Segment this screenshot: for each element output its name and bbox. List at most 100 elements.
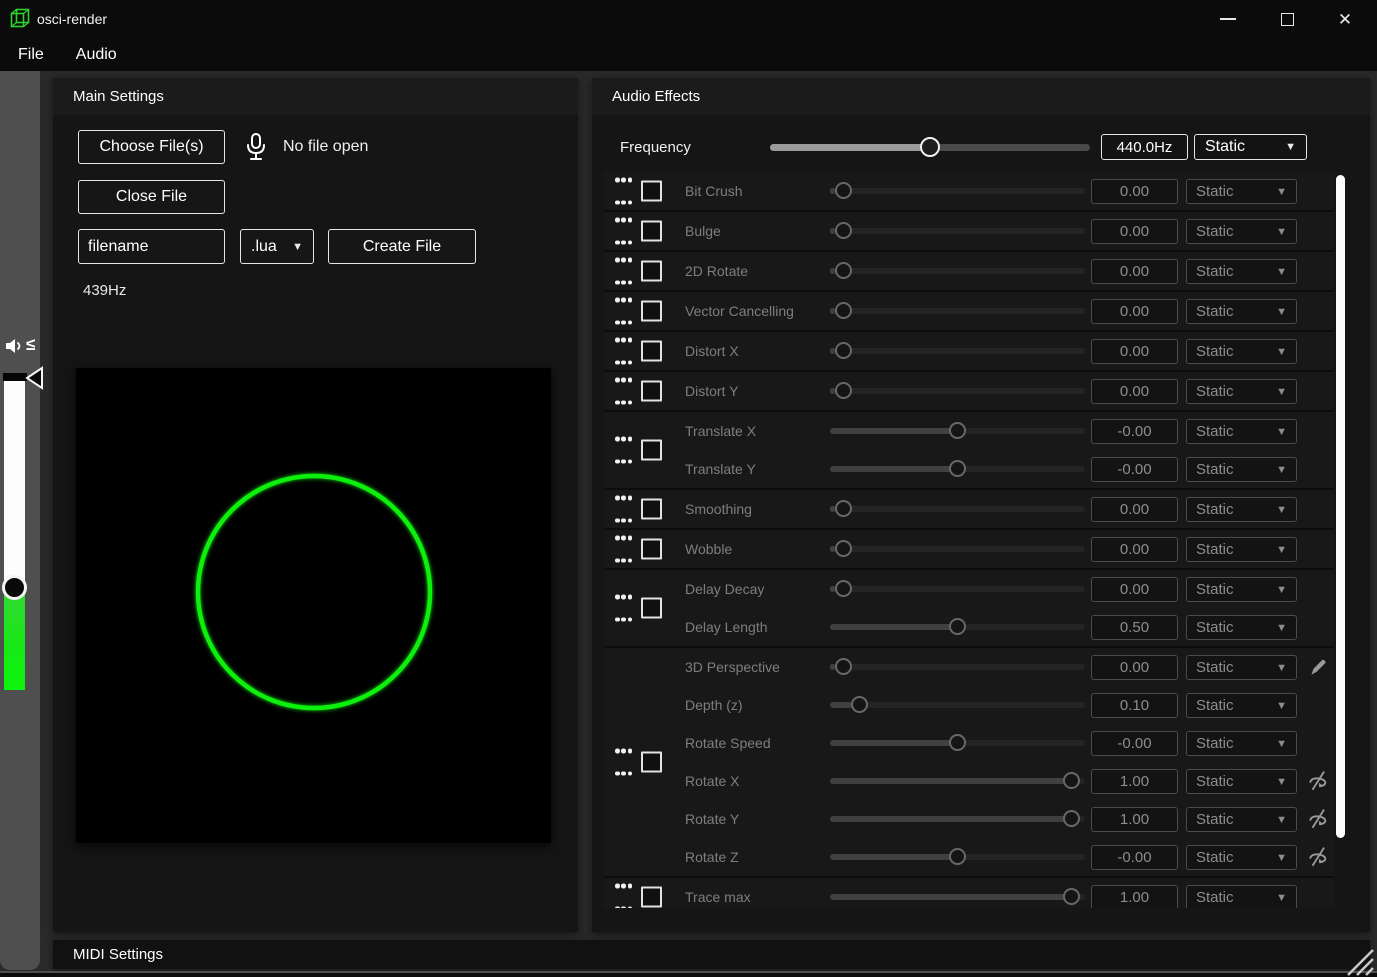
effect-slider-thumb[interactable] [1063,810,1080,827]
effect-animation-dropdown[interactable]: Static▼ [1186,379,1297,404]
effect-slider-thumb[interactable] [949,734,966,751]
close-button[interactable]: ✕ [1322,0,1368,38]
effect-value-box[interactable]: 0.00 [1091,179,1178,204]
effect-value-box[interactable]: -0.00 [1091,845,1178,870]
effect-slider-thumb[interactable] [835,222,852,239]
effect-slider[interactable] [830,624,1085,630]
effect-slider[interactable] [830,308,1085,314]
effect-value-box[interactable]: 0.00 [1091,577,1178,602]
volume-slider[interactable] [4,381,25,690]
frequency-slider-thumb[interactable] [920,137,940,157]
pencil-icon[interactable] [1307,656,1329,678]
titlebar[interactable]: osci-render ✕ [0,0,1377,38]
effect-value-box[interactable]: -0.00 [1091,731,1178,756]
effect-value-box[interactable]: 0.00 [1091,379,1178,404]
effect-animation-dropdown[interactable]: Static▼ [1186,731,1297,756]
effect-slider-thumb[interactable] [835,500,852,517]
effect-value-box[interactable]: 0.00 [1091,299,1178,324]
effect-value-box[interactable]: 0.00 [1091,497,1178,522]
effect-animation-dropdown[interactable]: Static▼ [1186,179,1297,204]
effect-slider[interactable] [830,388,1085,394]
effect-slider[interactable] [830,740,1085,746]
effect-animation-dropdown[interactable]: Static▼ [1186,219,1297,244]
extension-dropdown[interactable]: .lua ▼ [240,229,314,264]
effect-slider[interactable] [830,546,1085,552]
effect-slider-thumb[interactable] [835,182,852,199]
effect-animation-dropdown[interactable]: Static▼ [1186,615,1297,640]
create-file-button[interactable]: Create File [328,229,476,264]
effect-slider-thumb[interactable] [835,580,852,597]
effect-slider[interactable] [830,854,1085,860]
rotate-axis-icon[interactable] [1307,846,1329,868]
frequency-animation-dropdown[interactable]: Static ▼ [1194,134,1307,160]
effect-animation-dropdown[interactable]: Static▼ [1186,419,1297,444]
volume-slider-thumb[interactable] [2,575,27,600]
effect-slider-thumb[interactable] [835,382,852,399]
effect-value-box[interactable]: 1.00 [1091,807,1178,832]
effect-slider[interactable] [830,428,1085,434]
minimize-button[interactable] [1205,0,1251,38]
effect-value-box[interactable]: 0.00 [1091,219,1178,244]
effect-slider[interactable] [830,506,1085,512]
resize-grip-icon[interactable] [1340,942,1374,976]
effect-slider[interactable] [830,702,1085,708]
effect-slider[interactable] [830,816,1085,822]
effect-slider[interactable] [830,894,1085,900]
effect-slider[interactable] [830,268,1085,274]
effect-slider[interactable] [830,778,1085,784]
effect-slider-thumb[interactable] [835,658,852,675]
effect-animation-dropdown[interactable]: Static▼ [1186,769,1297,794]
effect-slider[interactable] [830,188,1085,194]
effect-value-box[interactable]: -0.00 [1091,419,1178,444]
effect-animation-dropdown[interactable]: Static▼ [1186,299,1297,324]
effect-slider-thumb[interactable] [949,618,966,635]
frequency-value-box[interactable]: 440.0Hz [1101,134,1188,160]
threshold-arrow-icon[interactable] [25,366,44,390]
effect-value-box[interactable]: -0.00 [1091,457,1178,482]
microphone-icon[interactable] [244,132,268,162]
effect-animation-dropdown[interactable]: Static▼ [1186,845,1297,870]
main-settings-header[interactable]: Main Settings [53,78,578,115]
effect-value-box[interactable]: 1.00 [1091,885,1178,908]
effect-value-box[interactable]: 1.00 [1091,769,1178,794]
effect-value-box[interactable]: 0.00 [1091,537,1178,562]
effect-animation-dropdown[interactable]: Static▼ [1186,655,1297,680]
effect-animation-dropdown[interactable]: Static▼ [1186,693,1297,718]
menu-audio[interactable]: Audio [62,42,131,68]
volume-top-marker[interactable] [3,373,27,381]
effect-value-box[interactable]: 0.10 [1091,693,1178,718]
effect-slider-thumb[interactable] [949,848,966,865]
effect-slider-thumb[interactable] [1063,888,1080,905]
effect-slider-thumb[interactable] [1063,772,1080,789]
effect-slider[interactable] [830,348,1085,354]
filename-input[interactable]: filename [78,229,225,264]
frequency-slider[interactable] [770,144,1090,151]
effect-animation-dropdown[interactable]: Static▼ [1186,457,1297,482]
rotate-axis-icon[interactable] [1307,770,1329,792]
effect-value-box[interactable]: 0.00 [1091,339,1178,364]
effects-scrollbar[interactable] [1336,175,1345,838]
effect-animation-dropdown[interactable]: Static▼ [1186,339,1297,364]
effect-animation-dropdown[interactable]: Static▼ [1186,885,1297,908]
effect-animation-dropdown[interactable]: Static▼ [1186,259,1297,284]
effect-value-box[interactable]: 0.50 [1091,615,1178,640]
menu-file[interactable]: File [4,42,58,68]
effect-slider-thumb[interactable] [835,342,852,359]
close-file-button[interactable]: Close File [78,180,225,214]
effect-slider-thumb[interactable] [835,302,852,319]
maximize-button[interactable] [1264,0,1310,38]
effect-animation-dropdown[interactable]: Static▼ [1186,807,1297,832]
effect-slider-thumb[interactable] [835,262,852,279]
effect-slider-thumb[interactable] [835,540,852,557]
choose-file-button[interactable]: Choose File(s) [78,130,225,164]
effect-slider[interactable] [830,664,1085,670]
effect-slider-thumb[interactable] [851,696,868,713]
effect-slider[interactable] [830,228,1085,234]
effect-animation-dropdown[interactable]: Static▼ [1186,577,1297,602]
effect-slider-thumb[interactable] [949,460,966,477]
audio-effects-header[interactable]: Audio Effects [592,78,1370,115]
effect-value-box[interactable]: 0.00 [1091,259,1178,284]
effect-slider[interactable] [830,466,1085,472]
rotate-axis-icon[interactable] [1307,808,1329,830]
effect-slider[interactable] [830,586,1085,592]
